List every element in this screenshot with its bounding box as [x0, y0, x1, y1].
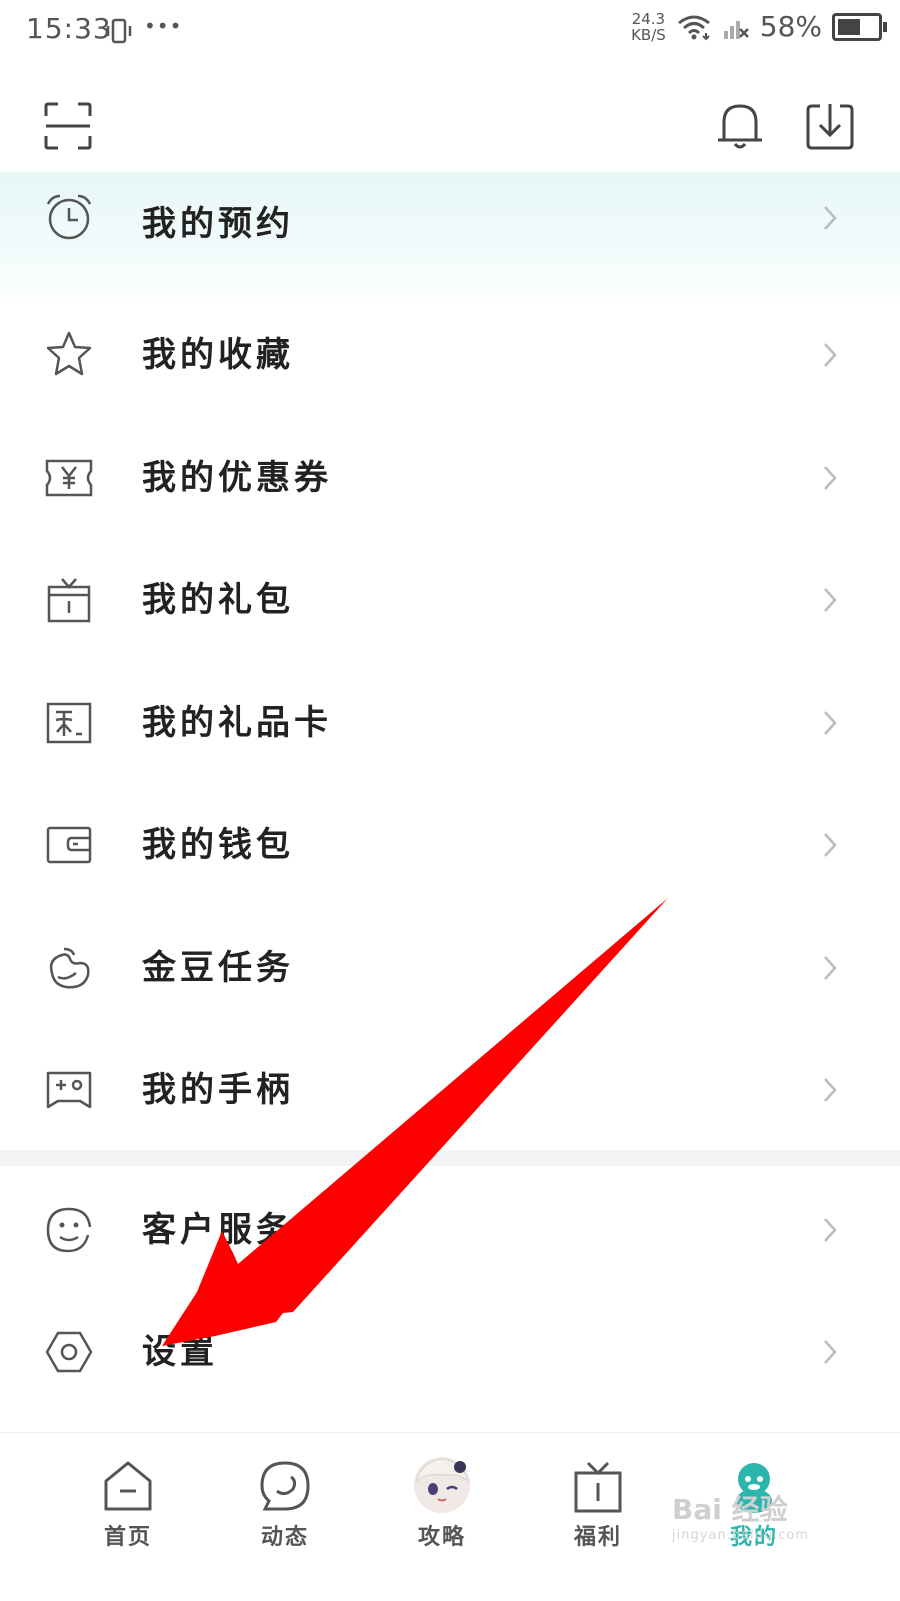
menu-item-label: 我的收藏 — [142, 335, 294, 375]
menu-item-gift-cards[interactable]: 我的礼品卡 — [0, 663, 900, 783]
home-icon — [104, 1461, 152, 1511]
tab-label: 首页 — [103, 1524, 152, 1550]
tab-home[interactable]: 首页 — [68, 1433, 188, 1601]
scan-icon[interactable] — [44, 102, 92, 150]
menu-item-gift-packs[interactable]: 我的礼包 — [0, 540, 900, 660]
tab-label: 攻略 — [417, 1524, 466, 1550]
battery-icon — [832, 12, 887, 41]
customer-service-icon — [46, 1207, 92, 1253]
avatar-icon — [414, 1457, 470, 1513]
gamepad-icon — [46, 1071, 92, 1109]
menu-item-gamepad[interactable]: 我的手柄 — [0, 1030, 900, 1150]
status-right: 24.3 KB/S 58% — [631, 10, 887, 43]
tab-feed[interactable]: 动态 — [225, 1433, 345, 1601]
chevron-right-icon — [824, 1340, 837, 1364]
feed-bubble-icon — [260, 1461, 310, 1511]
section-divider — [0, 1150, 900, 1166]
tab-label: 福利 — [573, 1524, 622, 1550]
top-bar — [0, 64, 900, 188]
chevron-right-icon — [824, 1078, 837, 1102]
status-time: 15:33 — [26, 12, 112, 45]
watermark-url: jingyan.baidu.com — [672, 1528, 809, 1543]
battery-fill — [838, 18, 860, 35]
tab-label: 动态 — [260, 1524, 309, 1550]
menu-item-label: 我的钱包 — [142, 825, 294, 865]
chevron-right-icon — [824, 711, 837, 735]
gift-icon — [574, 1461, 622, 1513]
menu-item-favorites[interactable]: 我的收藏 — [0, 295, 900, 415]
gift-card-icon — [46, 702, 92, 744]
menu-item-label: 客户服务 — [142, 1210, 294, 1250]
tab-benefits[interactable]: 福利 — [538, 1433, 658, 1601]
menu-item-label: 设置 — [142, 1332, 218, 1372]
bell-icon[interactable] — [716, 100, 764, 152]
net-speed-value: 24.3 — [631, 9, 666, 28]
net-speed-unit: KB/S — [631, 25, 666, 44]
coupon-icon — [45, 459, 93, 497]
menu-item-settings[interactable]: 设置 — [0, 1292, 900, 1412]
battery-text: 58% — [759, 10, 822, 43]
menu-item-label: 我的手柄 — [142, 1070, 294, 1110]
menu-item-label: 金豆任务 — [142, 948, 294, 988]
watermark-brand: Bai 经验 — [672, 1493, 788, 1526]
chevron-right-icon — [824, 956, 837, 980]
menu-item-label: 我的优惠券 — [142, 458, 332, 498]
wallet-icon — [46, 826, 92, 864]
baidu-watermark: Bai 经验 jingyan.baidu.com — [672, 1488, 852, 1558]
bean-icon — [49, 947, 90, 989]
menu-item-reservation[interactable]: 我的预约 — [0, 172, 900, 308]
status-bar: 15:33 ••• 24.3 KB/S 58% — [0, 0, 900, 64]
alarm-clock-icon — [46, 194, 92, 240]
star-icon — [46, 331, 92, 376]
vibrate-icon — [106, 18, 132, 44]
menu-item-gold-bean-tasks[interactable]: 金豆任务 — [0, 908, 900, 1028]
chevron-right-icon — [824, 206, 837, 230]
settings-hex-icon — [45, 1331, 93, 1373]
wifi-icon — [677, 15, 710, 40]
tab-guides[interactable]: 攻略 — [382, 1433, 502, 1601]
menu-item-label: 我的礼品卡 — [142, 703, 332, 743]
chevron-right-icon — [824, 588, 837, 612]
chevron-right-icon — [824, 1218, 837, 1242]
chevron-right-icon — [824, 466, 837, 490]
menu-item-wallet[interactable]: 我的钱包 — [0, 785, 900, 905]
chevron-right-icon — [824, 343, 837, 367]
download-icon[interactable] — [806, 102, 854, 152]
menu-item-label: 我的预约 — [142, 204, 294, 244]
net-speed: 24.3 KB/S — [631, 11, 666, 43]
menu-item-coupons[interactable]: 我的优惠券 — [0, 418, 900, 538]
chevron-right-icon — [824, 833, 837, 857]
more-notifications-icon: ••• — [144, 14, 183, 38]
signal-icon — [723, 20, 749, 39]
gift-box-icon — [47, 578, 91, 623]
menu-item-customer-service[interactable]: 客户服务 — [0, 1170, 900, 1290]
menu-item-label: 我的礼包 — [142, 580, 294, 620]
